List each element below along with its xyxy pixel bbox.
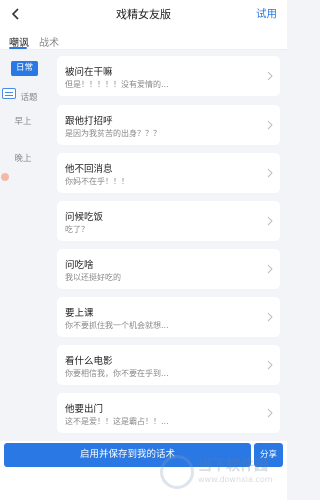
floating-badge-icon [1,173,9,181]
watermark: 当下软件园 www.downxia.com [160,453,284,493]
category-sidebar: 日常 话题 早上 晚上 [0,51,46,441]
list-item-title: 看什么电影 [65,356,113,367]
list-item-title: 问候吃饭 [65,212,104,223]
list-item[interactable]: 被问在干嘛 但是！！！！！没有爱情的... [57,56,280,96]
tab-active-indicator [9,47,27,49]
list-item-title: 被问在干嘛 [65,67,113,78]
top-bar: 戏精女友版 试用 [0,0,287,28]
list-item-title: 要上课 [65,308,94,319]
tab-tactics[interactable]: 战术 [39,34,59,49]
list-item-subtitle: 你要相信我，你不要在乎到... [65,369,169,378]
list-item[interactable]: 他不回消息 你妈不在乎！！！ [57,153,280,193]
list-item[interactable]: 他要出门 这不是爱！！这是霸占！！... [57,393,280,433]
tab-bar: 嘲讽 战术 [0,28,287,50]
list-item-title: 他不回消息 [65,164,113,175]
list-item[interactable]: 跟他打招呼 是因为我贫苦的出身？？？ [57,105,280,145]
chevron-right-icon [267,360,273,370]
chevron-right-icon [267,312,273,322]
watermark-url: www.downxia.com [198,475,273,484]
chevron-right-icon [267,264,273,274]
sidebar-item-morning[interactable]: 早上 [0,115,46,127]
list-item-title: 跟他打招呼 [65,116,113,127]
chevron-right-icon [267,216,273,226]
list-item-subtitle: 但是！！！！！没有爱情的... [65,80,169,89]
list-item-subtitle: 你妈不在乎！！！ [65,177,129,186]
list-item-subtitle: 这不是爱！！这是霸占！！... [65,417,169,426]
floating-list-icon[interactable] [2,88,16,99]
chevron-right-icon [267,408,273,418]
list-item[interactable]: 问吃啥 我以还挺好吃的 [57,249,280,289]
chevron-right-icon [267,168,273,178]
list-item-subtitle: 你不要抓住我一个机会就想... [65,321,169,330]
list-item-title: 问吃啥 [65,260,94,271]
trial-button[interactable]: 试用 [256,6,277,21]
sidebar-item-evening[interactable]: 晚上 [0,152,46,164]
page-title: 戏精女友版 [116,8,171,21]
list-item[interactable]: 问候吃饭 吃了？ [57,201,280,241]
chevron-right-icon [267,71,273,81]
list-item[interactable]: 看什么电影 你要相信我，你不要在乎到... [57,345,280,385]
chevron-right-icon [267,120,273,130]
sidebar-item-daily[interactable]: 日常 [11,61,38,76]
watermark-text: 当下软件园 [198,458,268,474]
watermark-logo-icon [160,455,194,489]
list-item-subtitle: 我以还挺好吃的 [65,273,121,282]
list-item-subtitle: 吃了？ [65,225,89,234]
list-item-subtitle: 是因为我贫苦的出身？？？ [65,129,161,138]
list-item[interactable]: 要上课 你不要抓住我一个机会就想... [57,297,280,337]
list-item-title: 他要出门 [65,404,104,415]
